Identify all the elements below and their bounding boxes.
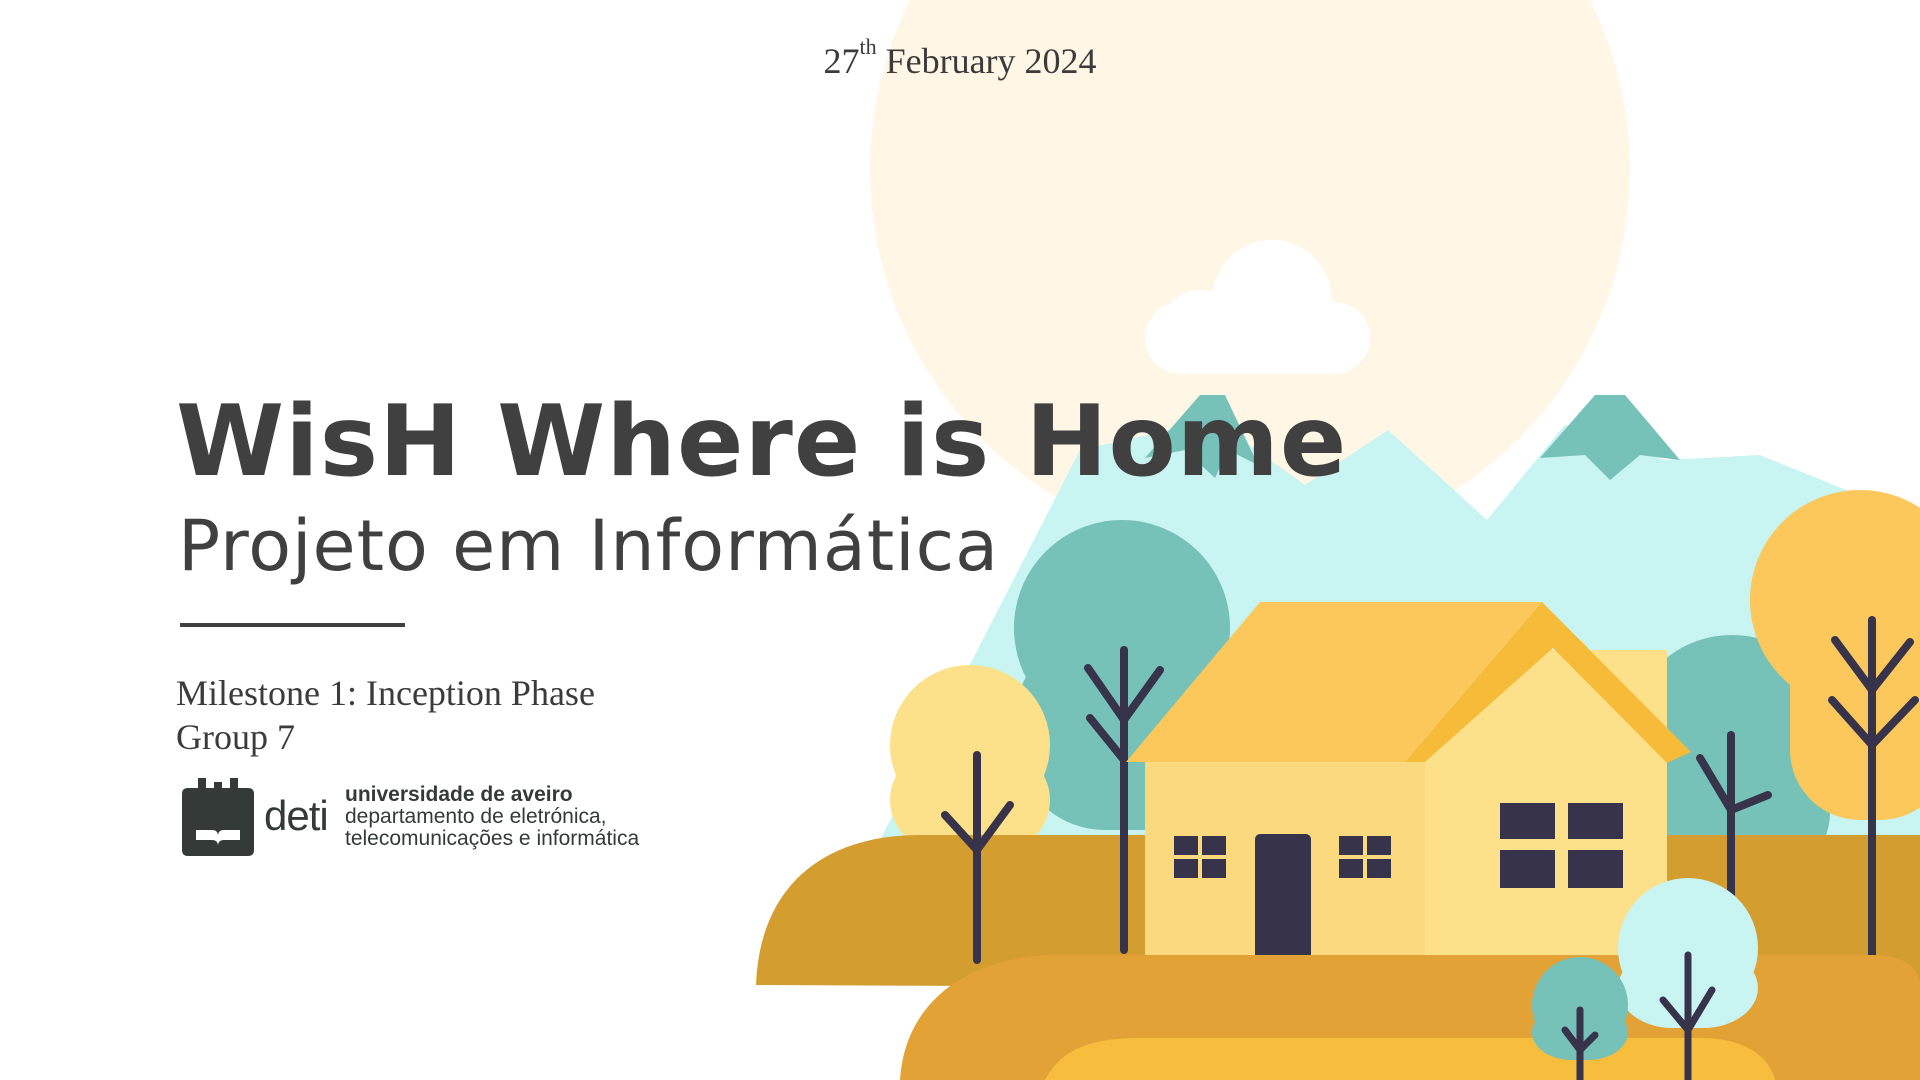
date-suffix: th (859, 34, 877, 59)
presentation-date: 27th February 2024 (0, 34, 1920, 82)
department-name: universidade de aveiro departamento de e… (345, 784, 639, 850)
slide: 27th February 2024 WisH Where is Home Pr… (0, 0, 1920, 1080)
university-logo-icon (182, 778, 254, 856)
group-label: Group 7 (176, 717, 295, 757)
date-month-year: February 2024 (885, 41, 1097, 81)
milestone-label: Milestone 1: Inception Phase (176, 673, 595, 713)
deti-wordmark: deti (264, 792, 329, 839)
ground-highlight (1045, 1038, 1775, 1080)
title-divider (180, 623, 405, 627)
department-line-1: departamento de eletrónica, (345, 805, 607, 828)
department-line-2: telecomunicações e informática (345, 827, 640, 850)
slide-title: WisH Where is Home (176, 385, 1348, 499)
date-day: 27 (823, 41, 860, 81)
university-name: universidade de aveiro (345, 783, 573, 806)
deti-logo: deti universidade de aveiro departamento… (182, 778, 662, 856)
slide-subtitle: Projeto em Informática (178, 505, 999, 587)
